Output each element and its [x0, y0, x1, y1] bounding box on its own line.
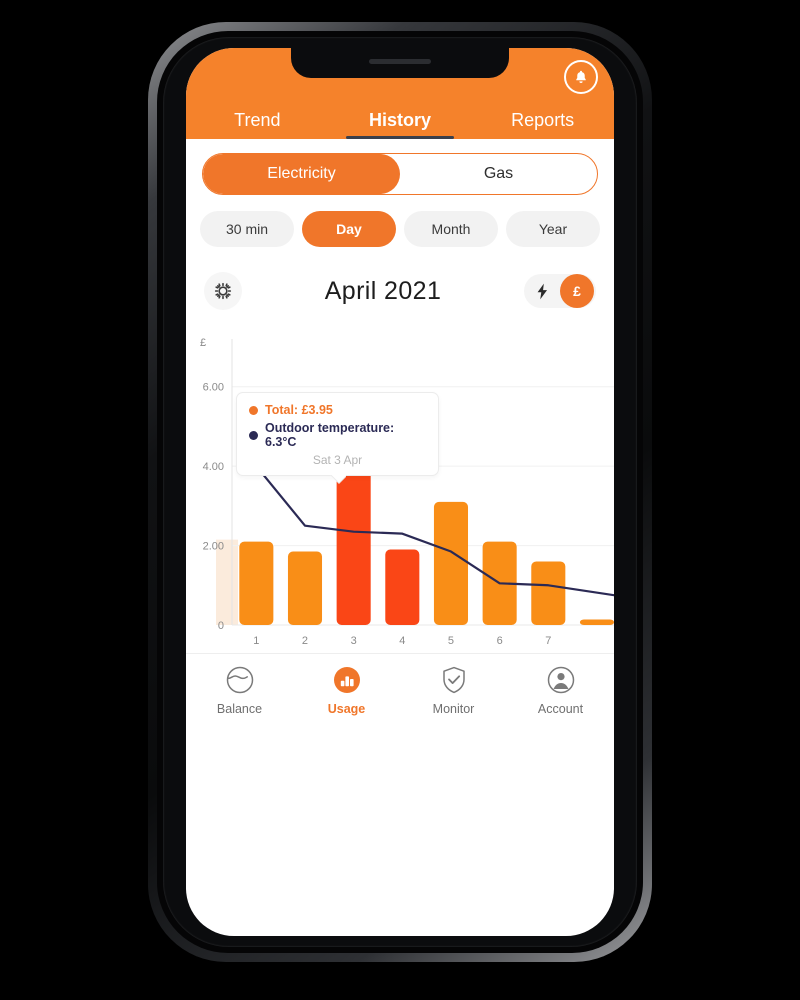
- nav-label-balance: Balance: [216, 702, 263, 716]
- nav-label-monitor: Monitor: [432, 702, 475, 716]
- chart-bar-partial: [579, 619, 614, 625]
- y-axis-unit-label: £: [200, 337, 207, 349]
- chart-bar: [531, 561, 566, 625]
- person-circle-icon: [545, 664, 577, 696]
- tab-reports[interactable]: Reports: [471, 110, 614, 139]
- unit-option-money[interactable]: £: [560, 274, 594, 308]
- shield-check-icon: [438, 664, 470, 696]
- y-tick-label: 2.00: [203, 541, 224, 553]
- chart-tooltip: Total: £3.95 Outdoor temperature: 6.3°C …: [236, 392, 439, 476]
- tooltip-temp-row: Outdoor temperature: 6.3°C: [249, 421, 426, 449]
- fuel-option-gas[interactable]: Gas: [400, 154, 597, 194]
- nav-item-balance[interactable]: Balance: [186, 664, 293, 716]
- tooltip-temp-dot: [249, 430, 258, 440]
- chart-bar: [385, 549, 420, 625]
- chart-bar: [433, 501, 469, 625]
- screenshot-root: Trend History Reports Electricity Gas 30…: [0, 0, 800, 1000]
- page-title: April 2021: [324, 276, 442, 305]
- bell-icon: [576, 70, 586, 83]
- period-selector: 30 min Day Month Year: [186, 195, 614, 247]
- tab-trend[interactable]: Trend: [186, 110, 329, 139]
- unit-toggle[interactable]: £: [524, 274, 596, 308]
- x-tick-label: 2: [302, 635, 308, 647]
- lightning-bolt-icon: [537, 283, 547, 299]
- settings-button[interactable]: [204, 272, 242, 310]
- nav-label-usage: Usage: [327, 702, 366, 716]
- x-tick-label: 6: [497, 635, 503, 647]
- bottom-navigation: Balance Usage Monitor Account: [186, 653, 614, 722]
- fuel-segmented-control: Electricity Gas: [202, 153, 598, 195]
- phone-screen: Trend History Reports Electricity Gas 30…: [186, 48, 614, 936]
- x-tick-label: 3: [351, 635, 357, 647]
- tooltip-date-label: Sat 3 Apr: [312, 453, 363, 467]
- unit-option-energy[interactable]: [524, 274, 560, 308]
- y-tick-label: 6.00: [203, 382, 224, 394]
- usage-chart[interactable]: £ 0 2.00 4.00 6.00 1 2 3 4 5 6 7 Total: £3.95 Outd…: [186, 335, 614, 653]
- y-tick-label: 4.00: [203, 461, 224, 473]
- date-control-row: April 2021 £: [186, 247, 614, 317]
- phone-notch: [291, 48, 509, 78]
- y-tick-label: 0: [218, 620, 224, 632]
- chart-bar: [287, 551, 323, 625]
- period-chip-year[interactable]: Year: [506, 211, 600, 247]
- fuel-option-electricity[interactable]: Electricity: [203, 154, 400, 194]
- balance-circle-icon: [224, 664, 256, 696]
- x-tick-label: 4: [399, 635, 405, 647]
- x-tick-label: 5: [448, 635, 454, 647]
- main-tabs: Trend History Reports: [186, 99, 614, 139]
- nav-item-usage[interactable]: Usage: [293, 664, 400, 716]
- notifications-button[interactable]: [564, 60, 598, 94]
- nav-item-monitor[interactable]: Monitor: [400, 664, 507, 716]
- tooltip-total-label: Total: £3.95: [265, 403, 333, 417]
- chart-canvas[interactable]: 0 2.00 4.00 6.00 1 2 3 4 5 6 7: [186, 335, 614, 653]
- tab-history[interactable]: History: [329, 110, 472, 139]
- period-chip-day[interactable]: Day: [302, 211, 396, 247]
- chart-bar: [239, 541, 274, 625]
- tooltip-arrow: [330, 475, 346, 484]
- period-chip-30min[interactable]: 30 min: [200, 211, 294, 247]
- bar-chart-icon: [331, 664, 363, 696]
- gear-icon: [214, 282, 232, 300]
- tooltip-total-row: Total: £3.95: [249, 403, 426, 417]
- period-chip-month[interactable]: Month: [404, 211, 498, 247]
- nav-label-account: Account: [537, 702, 584, 716]
- chart-bar: [336, 468, 371, 625]
- earpiece-speaker: [369, 59, 431, 64]
- x-tick-label: 1: [253, 635, 259, 647]
- tooltip-temp-label: Outdoor temperature: 6.3°C: [265, 421, 395, 449]
- x-tick-label: 7: [545, 635, 551, 647]
- fuel-toggle-row: Electricity Gas: [186, 139, 614, 195]
- nav-item-account[interactable]: Account: [507, 664, 614, 716]
- tooltip-total-dot: [249, 405, 258, 415]
